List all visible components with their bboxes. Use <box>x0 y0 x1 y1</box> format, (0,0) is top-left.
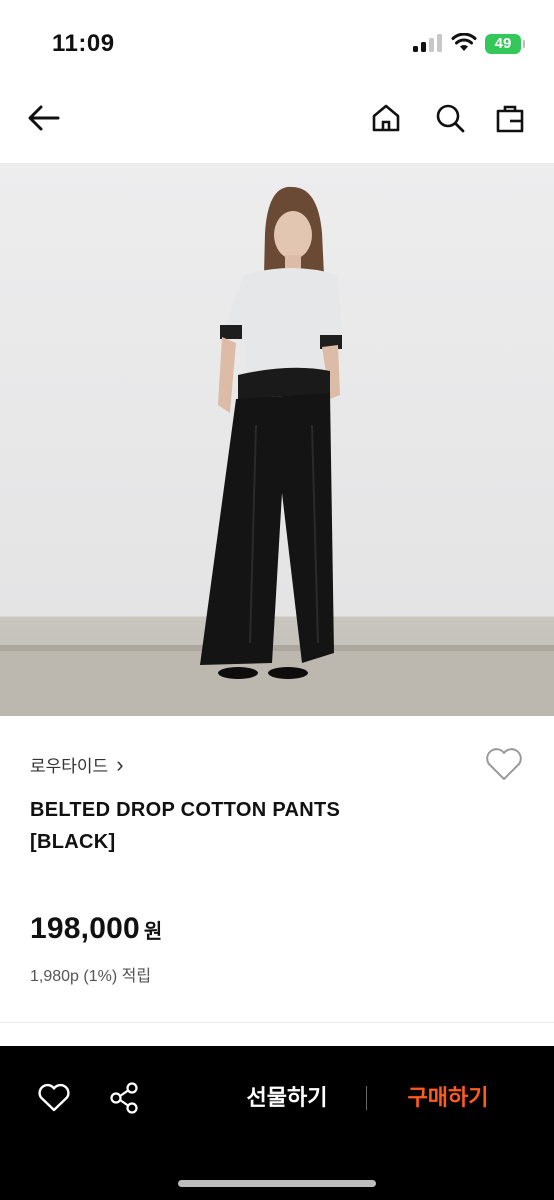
share-icon <box>110 1082 138 1114</box>
cart-button[interactable] <box>490 98 530 138</box>
share-button[interactable] <box>104 1080 144 1116</box>
status-bar: 11:09 49 <box>0 0 554 80</box>
wishlist-button[interactable] <box>34 1080 74 1116</box>
price-currency: 원 <box>143 921 163 943</box>
wifi-icon <box>451 33 477 51</box>
home-button[interactable] <box>366 98 406 138</box>
product-price: 198,000 <box>30 912 140 945</box>
home-icon <box>372 104 400 132</box>
model-photo <box>0 186 554 716</box>
cellular-signal-icon <box>413 34 443 52</box>
status-time: 11:09 <box>52 30 115 57</box>
divider <box>366 1086 367 1110</box>
price-row: 198,000 원 <box>30 912 162 946</box>
shopping-bag-icon <box>496 105 524 133</box>
bottom-action-bar <box>0 1046 554 1200</box>
chevron-right-icon: › <box>116 752 124 777</box>
battery-indicator: 49 <box>485 34 525 54</box>
arrow-left-icon <box>28 105 60 131</box>
gift-button[interactable]: 선물하기 <box>228 1080 346 1116</box>
top-navigation <box>0 88 554 150</box>
product-name: BELTED DROP COTTON PANTS [BLACK] <box>30 799 341 853</box>
heart-icon <box>38 1083 70 1112</box>
product-image[interactable] <box>0 163 554 716</box>
brand-link[interactable]: 로우타이드 › <box>30 752 124 777</box>
heart-icon <box>486 748 522 780</box>
back-button[interactable] <box>24 98 64 138</box>
divider <box>0 1022 554 1023</box>
buy-button[interactable]: 구매하기 <box>392 1080 504 1116</box>
points-info: 1,980p (1%) 적립 <box>30 968 152 985</box>
wishlist-button-top[interactable] <box>484 746 524 787</box>
search-button[interactable] <box>430 98 470 138</box>
home-indicator[interactable] <box>178 1180 376 1187</box>
search-icon <box>436 104 465 133</box>
brand-name: 로우타이드 <box>30 757 109 776</box>
